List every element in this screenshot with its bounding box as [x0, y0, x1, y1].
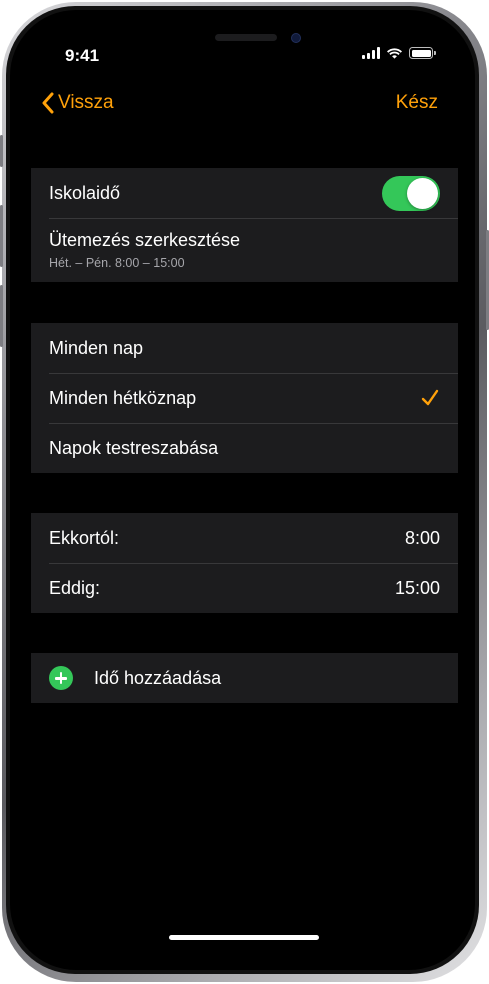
option-label: Minden nap: [49, 337, 144, 358]
back-button[interactable]: Vissza: [41, 92, 114, 114]
home-indicator[interactable]: [169, 935, 319, 940]
school-time-label: Iskolaidő: [49, 182, 121, 203]
edit-schedule-label: Ütemezés szerkesztése: [49, 230, 241, 250]
to-label: Eddig:: [49, 577, 101, 598]
volume-up-button: [0, 205, 3, 267]
status-icons: [362, 47, 436, 59]
option-custom-days[interactable]: Napok testreszabása: [31, 423, 458, 473]
option-every-day[interactable]: Minden nap: [31, 323, 458, 373]
add-time-label: Idő hozzáadása: [94, 667, 222, 688]
option-label: Napok testreszabása: [49, 437, 219, 458]
mute-switch: [0, 135, 3, 167]
option-label: Minden hétköznap: [49, 387, 197, 408]
status-time: 9:41: [65, 46, 100, 65]
checkmark-icon: [421, 389, 439, 406]
edit-schedule-subtitle: Hét. – Pén. 8:00 – 15:00: [49, 256, 185, 270]
add-time-group: Idő hozzáadása: [31, 653, 458, 703]
plus-circle-icon: [49, 666, 73, 690]
toggle-knob: [407, 177, 438, 209]
school-time-toggle[interactable]: [382, 175, 440, 211]
from-label: Ekkortól:: [49, 527, 120, 548]
time-group: Ekkortól: 8:00 Eddig: 15:00: [31, 513, 458, 613]
wifi-icon: [387, 48, 402, 59]
back-label: Vissza: [58, 92, 114, 113]
option-weekdays[interactable]: Minden hétköznap: [31, 373, 458, 423]
speaker-grille: [215, 34, 277, 41]
to-value: 15:00: [394, 577, 440, 598]
days-group: Minden nap Minden hétköznap Napok testre…: [31, 323, 458, 473]
battery-icon: [409, 47, 436, 59]
to-time-row[interactable]: Eddig: 15:00: [31, 563, 458, 613]
schedule-group: Iskolaidő Ütemezés szerkesztése Hét. – P…: [31, 168, 458, 282]
volume-down-button: [0, 285, 3, 347]
chevron-left-icon: [42, 92, 54, 114]
notch: [131, 22, 361, 56]
from-value: 8:00: [404, 527, 440, 548]
from-time-row[interactable]: Ekkortól: 8:00: [31, 513, 458, 563]
school-time-row: Iskolaidő: [31, 168, 458, 218]
done-button[interactable]: Kész: [396, 92, 438, 114]
add-time-button[interactable]: Idő hozzáadása: [31, 653, 458, 703]
cellular-signal-icon: [362, 47, 380, 59]
front-camera: [291, 33, 301, 43]
edit-schedule-row[interactable]: Ütemezés szerkesztése Hét. – Pén. 8:00 –…: [31, 218, 458, 282]
screen: 9:41 Vissza Kész Iskolaidő Ütemezés szer…: [31, 22, 458, 964]
